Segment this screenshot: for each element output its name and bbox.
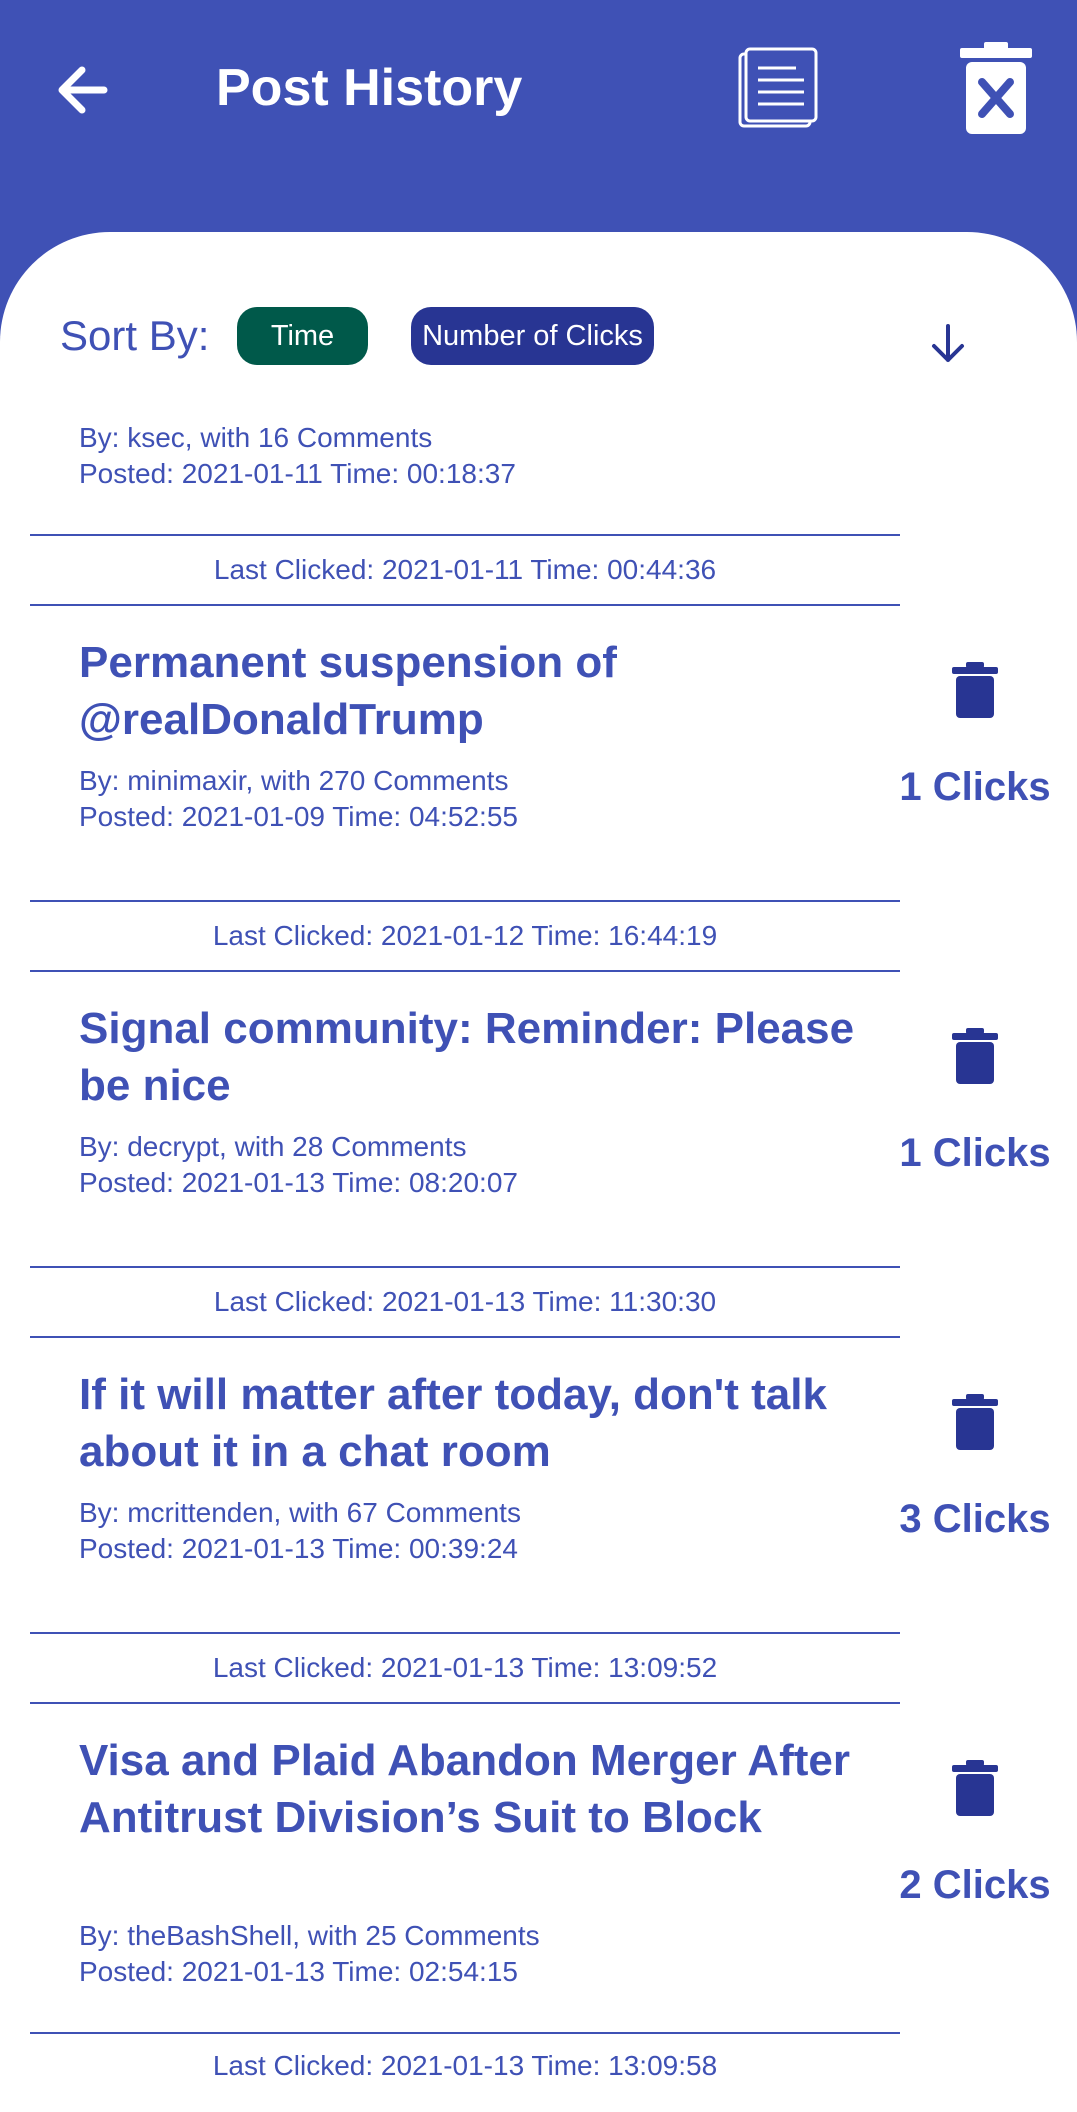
click-count: 1 Clicks <box>899 765 1051 809</box>
divider <box>30 1702 900 1704</box>
trash-icon[interactable] <box>952 1394 998 1450</box>
post-meta-author: By: decrypt, with 28 Comments <box>79 1131 467 1162</box>
last-clicked-text: Last Clicked: 2021-01-13 Time: 11:30:30 <box>213 1286 717 1317</box>
divider <box>30 534 900 536</box>
divider <box>30 900 900 902</box>
back-arrow-icon[interactable] <box>52 58 116 122</box>
sort-clicks-chip[interactable]: Number of Clicks <box>411 307 654 365</box>
click-count: 2 Clicks <box>899 1863 1051 1907</box>
divider <box>30 1336 900 1338</box>
post-meta-posted: Posted: 2021-01-13 Time: 08:20:07 <box>79 1167 518 1198</box>
divider <box>30 1632 900 1634</box>
post-meta-author: By: minimaxir, with 270 Comments <box>79 765 509 796</box>
arrow-down-icon[interactable] <box>924 320 972 368</box>
post-title[interactable]: Permanent suspension of @realDonaldTrump <box>79 634 879 748</box>
page-title: Post History <box>216 59 523 117</box>
post-meta-author: By: ksec, with 16 Comments <box>79 422 433 453</box>
divider <box>30 970 900 972</box>
last-clicked-text: Last Clicked: 2021-01-12 Time: 16:44:19 <box>212 920 718 951</box>
trash-icon[interactable] <box>952 1028 998 1084</box>
post-meta-posted: Posted: 2021-01-09 Time: 04:52:55 <box>79 801 518 832</box>
post-meta-posted: Posted: 2021-01-13 Time: 02:54:15 <box>79 1956 518 1987</box>
delete-all-icon[interactable] <box>958 40 1034 136</box>
app-bar: Post History <box>0 0 1077 240</box>
trash-icon[interactable] <box>952 662 998 718</box>
post-meta-author: By: mcrittenden, with 67 Comments <box>79 1497 521 1528</box>
divider <box>30 2032 900 2034</box>
last-clicked-text: Last Clicked: 2021-01-11 Time: 00:44:36 <box>213 554 717 585</box>
post-meta-author: By: theBashShell, with 25 Comments <box>79 1920 540 1951</box>
last-clicked-text: Last Clicked: 2021-01-13 Time: 13:09:52 <box>212 1652 718 1683</box>
post-meta-posted: Posted: 2021-01-11 Time: 00:18:37 <box>79 458 516 489</box>
post-meta-posted: Posted: 2021-01-13 Time: 00:39:24 <box>79 1533 518 1564</box>
divider <box>30 1266 900 1268</box>
sort-by-label: Sort By: <box>60 312 210 359</box>
click-count: 3 Clicks <box>899 1497 1051 1541</box>
divider <box>30 604 900 606</box>
last-clicked-text: Last Clicked: 2021-01-13 Time: 13:09:58 <box>212 2050 718 2081</box>
post-title[interactable]: Signal community: Reminder: Please be ni… <box>79 1000 879 1114</box>
sort-time-chip[interactable]: Time <box>237 307 368 365</box>
click-count: 1 Clicks <box>899 1131 1051 1175</box>
list-icon[interactable] <box>736 46 820 130</box>
trash-icon[interactable] <box>952 1760 998 1816</box>
post-title[interactable]: Visa and Plaid Abandon Merger After Anti… <box>79 1732 879 1846</box>
post-title[interactable]: If it will matter after today, don't tal… <box>79 1366 879 1480</box>
